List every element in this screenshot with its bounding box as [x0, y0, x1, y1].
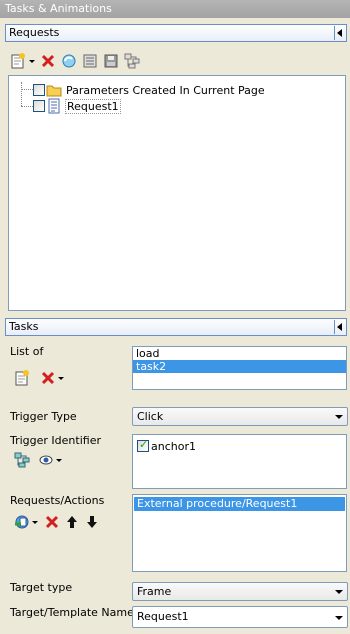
requests-tree[interactable]: Parameters Created In Current Page Reque… [8, 75, 346, 311]
trigger-identifier-list[interactable]: anchor1 [132, 434, 347, 489]
collapse-arrow-icon[interactable] [334, 320, 344, 334]
trigger-type-label: Trigger Type [10, 410, 77, 423]
collapse-arrow-icon[interactable] [334, 26, 344, 40]
delete-icon[interactable] [40, 370, 56, 386]
tasks-toolbar [14, 370, 64, 386]
target-template-value: Request1 [137, 610, 189, 623]
requests-actions-toolbar [14, 514, 100, 530]
trigger-type-value: Click [137, 410, 164, 423]
tree-item-label: Parameters Created In Current Page [66, 83, 265, 97]
trigger-dropdown-icon[interactable] [56, 458, 62, 462]
delete-dropdown-icon[interactable] [58, 376, 64, 380]
trigger-label: anchor1 [151, 439, 196, 453]
requests-section-header[interactable]: Requests [5, 24, 347, 42]
chevron-down-icon[interactable] [335, 590, 343, 594]
list-item[interactable]: External procedure/Request1 [134, 497, 345, 511]
refresh-icon[interactable] [61, 53, 77, 69]
save-icon[interactable] [103, 53, 119, 69]
target-type-label: Target type [10, 581, 73, 594]
requests-actions-list[interactable]: External procedure/Request1 [132, 494, 347, 572]
target-type-select[interactable]: Frame [132, 582, 348, 601]
new-task-icon[interactable] [14, 370, 30, 386]
move-up-icon[interactable] [64, 514, 80, 530]
properties-icon[interactable] [82, 53, 98, 69]
list-of-label: List of [10, 345, 44, 358]
trigger-type-select[interactable]: Click [132, 407, 348, 426]
tree-item-label: Request1 [65, 98, 121, 114]
add-action-dropdown-icon[interactable] [32, 520, 38, 524]
trigger-checkbox[interactable] [137, 438, 149, 452]
target-type-value: Frame [137, 585, 172, 598]
delete-icon[interactable] [40, 53, 56, 69]
folder-icon [46, 82, 62, 98]
list-item[interactable]: anchor1 [137, 438, 196, 454]
trigger-identifier-label: Trigger Identifier [10, 434, 101, 447]
requests-actions-label: Requests/Actions [10, 494, 105, 507]
list-item[interactable]: task2 [133, 360, 346, 373]
target-template-select[interactable]: Request1 [132, 606, 348, 628]
tree-connector [21, 82, 22, 106]
delete-icon[interactable] [44, 514, 60, 530]
target-template-label: Target/Template Name [10, 606, 134, 619]
tasks-section-label: Tasks [9, 320, 39, 333]
tree-item-request1[interactable]: Request1 [33, 98, 121, 114]
chevron-down-icon[interactable] [335, 616, 343, 620]
hierarchy-icon[interactable] [124, 53, 140, 69]
document-icon [46, 98, 62, 114]
new-request-dropdown-icon[interactable] [29, 59, 35, 63]
trigger-toolbar [14, 452, 62, 468]
requests-toolbar [10, 51, 140, 71]
tree-item-checkbox[interactable] [33, 100, 45, 112]
new-request-icon[interactable] [10, 53, 26, 69]
list-item[interactable]: load [133, 347, 346, 360]
add-action-icon[interactable] [14, 514, 30, 530]
chevron-down-icon[interactable] [335, 415, 343, 419]
tree-item-parameters[interactable]: Parameters Created In Current Page [33, 82, 265, 98]
tree-item-checkbox[interactable] [33, 84, 45, 96]
tasks-section-header[interactable]: Tasks [5, 318, 347, 336]
requests-section-label: Requests [9, 26, 60, 39]
eye-icon[interactable] [38, 452, 54, 468]
hierarchy-icon[interactable] [14, 452, 30, 468]
tasks-list[interactable]: load task2 [132, 346, 347, 390]
move-down-icon[interactable] [84, 514, 100, 530]
window-title: Tasks & Animations [0, 0, 350, 18]
